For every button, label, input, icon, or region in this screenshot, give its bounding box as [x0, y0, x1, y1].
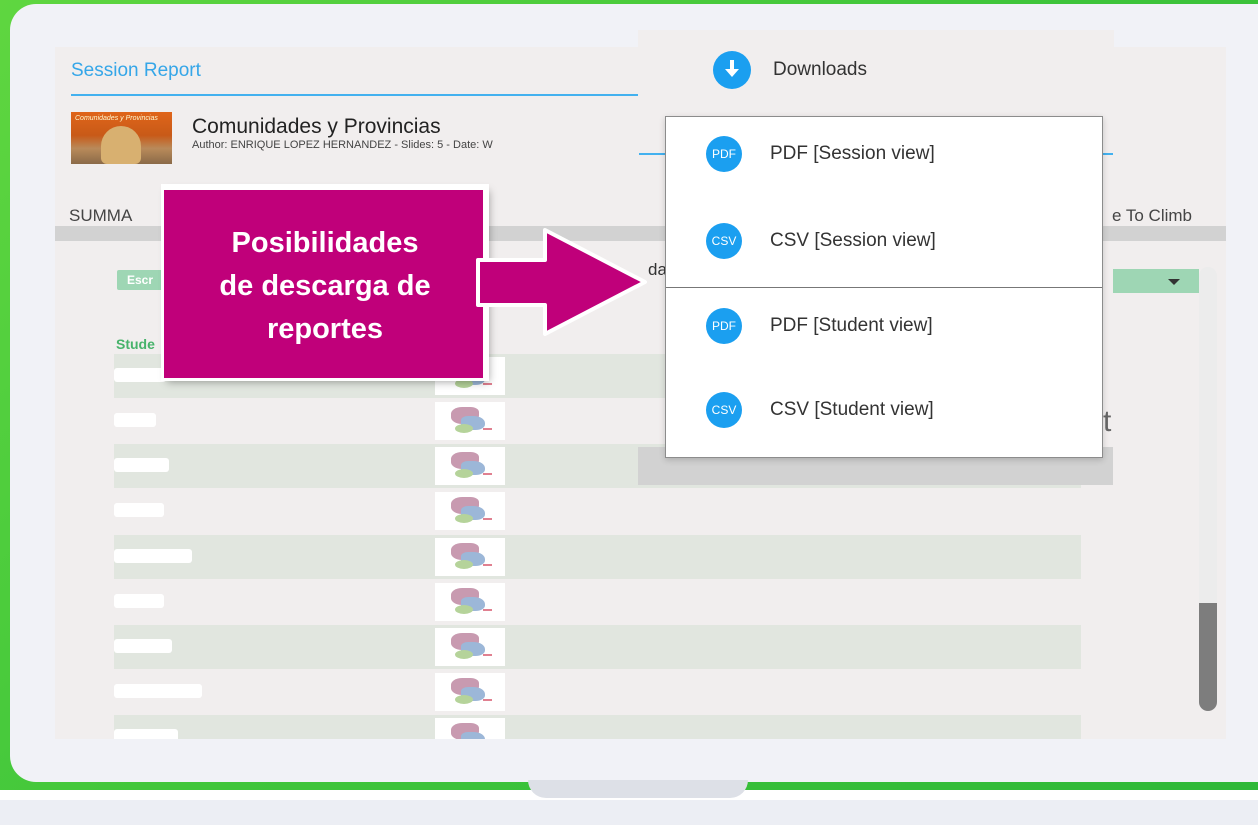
pdf-icon: PDF — [706, 308, 742, 344]
header-student: Stude — [116, 336, 155, 352]
thumbnail-character — [101, 126, 141, 164]
csv-icon: CSV — [706, 392, 742, 428]
redacted-name — [114, 684, 202, 698]
csv-icon: CSV — [706, 223, 742, 259]
laptop-base — [0, 800, 1258, 825]
map-thumbnail[interactable] — [435, 447, 505, 485]
map-thumbnail[interactable] — [435, 538, 505, 576]
map-thumbnail[interactable] — [435, 718, 505, 739]
menu-item-csv-student[interactable]: CSV CSV [Student view] — [706, 392, 1086, 428]
view-select[interactable] — [1113, 269, 1199, 293]
presentation-meta: Author: ENRIQUE LOPEZ HERNANDEZ - Slides… — [192, 139, 493, 151]
menu-item-label: PDF [Session view] — [770, 143, 935, 164]
chevron-down-icon[interactable] — [1168, 279, 1180, 285]
table-row[interactable] — [114, 580, 1081, 624]
redacted-name — [114, 729, 178, 739]
table-row[interactable] — [114, 715, 1081, 739]
summary-heading: SUMMA — [69, 206, 133, 225]
table-row[interactable] — [114, 489, 1081, 533]
presentation-thumbnail[interactable]: Comunidades y Provincias — [71, 112, 172, 164]
callout-line: Posibilidades — [231, 227, 419, 259]
menu-item-label: PDF [Student view] — [770, 315, 933, 336]
map-thumbnail[interactable] — [435, 583, 505, 621]
table-row[interactable] — [114, 535, 1081, 579]
map-thumbnail[interactable] — [435, 492, 505, 530]
redacted-name — [114, 639, 172, 653]
menu-item-label: CSV [Session view] — [770, 230, 936, 251]
map-thumbnail[interactable] — [435, 402, 505, 440]
thumbnail-caption: Comunidades y Provincias — [75, 115, 158, 122]
map-thumbnail[interactable] — [435, 628, 505, 666]
menu-item-pdf-student[interactable]: PDF PDF [Student view] — [706, 308, 1086, 344]
redacted-name — [114, 458, 169, 472]
laptop-notch — [528, 780, 748, 798]
menu-item-csv-session[interactable]: CSV CSV [Session view] — [706, 223, 1086, 259]
table-row[interactable] — [114, 670, 1081, 714]
peek-letter: t — [1103, 405, 1112, 438]
downloads-button[interactable]: Downloads — [773, 59, 867, 81]
downloads-header — [638, 30, 1114, 118]
session-report-title: Session Report — [71, 60, 201, 81]
table-row[interactable] — [114, 625, 1081, 669]
menu-item-pdf-session[interactable]: PDF PDF [Session view] — [706, 136, 1086, 172]
callout-line: reportes — [266, 313, 384, 345]
menu-item-label: CSV [Student view] — [770, 399, 934, 420]
redacted-name — [114, 503, 164, 517]
climb-label: e To Climb — [1112, 206, 1192, 225]
callout-line: de descarga de — [219, 270, 431, 302]
menu-divider — [666, 287, 1102, 288]
redacted-name — [114, 549, 192, 563]
presentation-title: Comunidades y Provincias — [192, 115, 441, 138]
scrollbar-thumb[interactable] — [1199, 603, 1217, 711]
callout-text: Posibilidades de descarga de reportes — [164, 222, 486, 351]
pdf-icon: PDF — [706, 136, 742, 172]
title-underline — [71, 94, 639, 96]
redacted-name — [114, 594, 164, 608]
map-thumbnail[interactable] — [435, 673, 505, 711]
download-arrow-icon — [725, 60, 739, 77]
redacted-name — [114, 368, 166, 382]
downloads-menu: PDF PDF [Session view] CSV CSV [Session … — [665, 116, 1103, 458]
callout-arrow-icon — [476, 228, 647, 336]
redacted-name — [114, 413, 156, 427]
